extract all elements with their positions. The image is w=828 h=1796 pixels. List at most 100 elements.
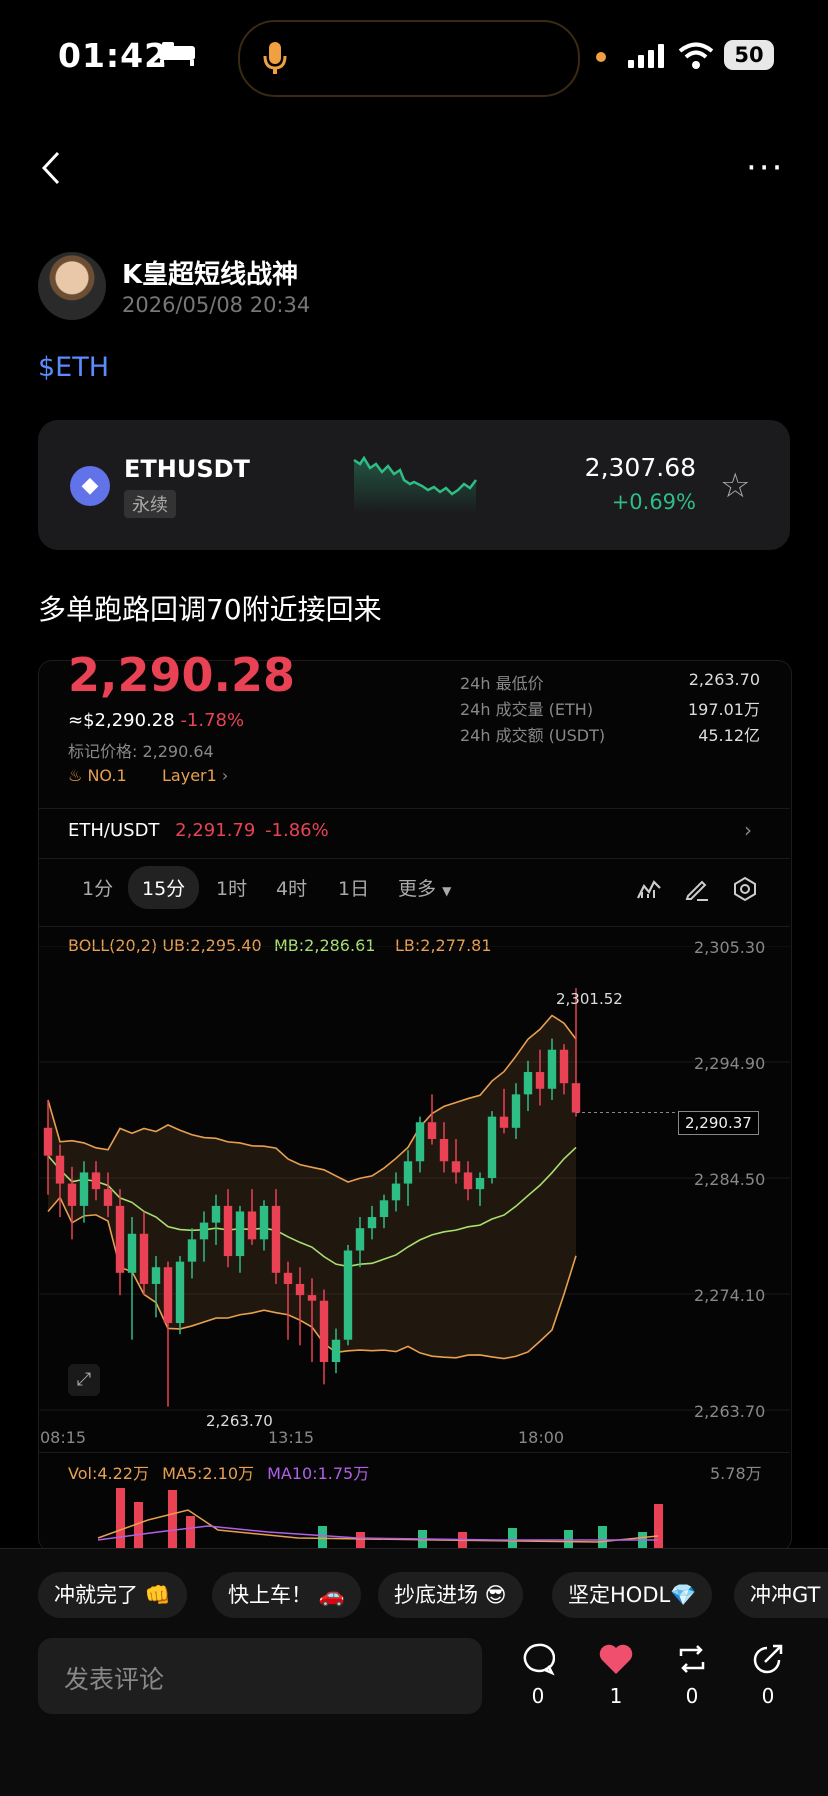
quick-reaction-chip[interactable]: 冲冲GT [734, 1572, 828, 1618]
candle-body [307, 1295, 317, 1301]
low-price-label: 2,263.70 [206, 1412, 273, 1430]
candle-body [379, 1200, 389, 1218]
tab-1m[interactable]: 1分 [82, 874, 113, 901]
quick-reaction-chip[interactable]: 坚定HODL💎 [552, 1572, 713, 1618]
candle-body [415, 1122, 425, 1162]
tab-15m[interactable]: 15分 [128, 866, 200, 909]
cellular-signal-icon [628, 44, 666, 72]
candle-body [391, 1183, 401, 1201]
tab-1d[interactable]: 1日 [338, 874, 369, 901]
sleep-icon [158, 40, 196, 72]
candle-body [55, 1155, 65, 1184]
dynamic-island [238, 20, 580, 97]
candle-body [235, 1211, 245, 1257]
ticker-price: 2,307.68 [584, 453, 696, 482]
pair-change: -1.86% [265, 820, 329, 841]
sparkline [353, 455, 477, 514]
flame-icon: ♨ [68, 766, 83, 785]
candle-body [175, 1261, 185, 1323]
battery-indicator: 50 [724, 40, 774, 70]
y-tick-label: 2,274.10 [694, 1286, 766, 1305]
candle-body [439, 1138, 449, 1162]
stat-volume-label: 24h 成交量 (ETH) [460, 700, 594, 719]
stat-turnover-label: 24h 成交额 (USDT) [460, 726, 606, 745]
share-count: 0 [761, 1684, 775, 1708]
x-tick-label: 13:15 [268, 1428, 315, 1447]
comment-input[interactable]: 发表评论 [38, 1638, 482, 1714]
tab-4h[interactable]: 4时 [276, 874, 307, 901]
stat-turnover-value: 45.12亿 [698, 726, 760, 745]
share-action[interactable]: 0 [738, 1642, 798, 1708]
comment-count: 0 [531, 1684, 545, 1708]
repost-count: 0 [685, 1684, 699, 1708]
candle [343, 1244, 353, 1346]
quick-reaction-chip[interactable]: 快上车！ 🚗 [212, 1572, 361, 1618]
y-tick-label: 2,294.90 [694, 1054, 766, 1073]
chevron-right-icon[interactable]: › [744, 818, 752, 842]
candlestick-chart[interactable] [38, 946, 790, 1426]
settings-hex-icon[interactable] [732, 876, 758, 906]
rank-badge[interactable]: ♨ NO.1 [68, 766, 127, 785]
quick-reaction-chip[interactable]: 抄底进场 😎 [378, 1572, 523, 1618]
candle-body [511, 1094, 521, 1128]
post-text: 多单跑路回调70附近接回来 [38, 593, 382, 626]
candle-body [355, 1228, 365, 1251]
y-tick-label: 2,305.30 [694, 938, 766, 957]
y-tick-label: 2,263.70 [694, 1402, 766, 1421]
candle-body [559, 1049, 569, 1084]
post-date: 2026/05/08 20:34 [122, 293, 311, 317]
draw-pencil-icon[interactable] [684, 876, 710, 906]
candle-body [67, 1183, 77, 1206]
coin-tag-link[interactable]: $ETH [38, 352, 109, 383]
tab-1h[interactable]: 1时 [216, 874, 247, 901]
ticker-symbol: ETHUSDT [124, 455, 250, 483]
author-name[interactable]: K皇超短线战神 [122, 254, 298, 291]
sector-badge[interactable]: Layer1 › [162, 766, 228, 785]
back-icon[interactable] [40, 150, 62, 190]
comment-action[interactable]: 0 [508, 1642, 568, 1708]
candle-body [547, 1049, 557, 1089]
tab-more-label: 更多 [398, 878, 437, 900]
candle-body [247, 1211, 257, 1240]
candle-body [343, 1250, 353, 1340]
candle-body [571, 1083, 581, 1113]
like-count: 1 [609, 1684, 623, 1708]
status-time: 01:42 [58, 36, 169, 75]
heart-icon [586, 1642, 646, 1678]
high-price-label: 2,301.52 [556, 990, 623, 1008]
repost-icon [662, 1642, 722, 1678]
tab-more[interactable]: 更多 ▼ [398, 874, 451, 901]
like-action[interactable]: 1 [586, 1642, 646, 1708]
favorite-star-icon[interactable]: ☆ [720, 466, 750, 506]
approx-pct: -1.78% [180, 710, 245, 731]
avatar[interactable] [38, 252, 106, 320]
candle [163, 1261, 173, 1407]
comment-icon [508, 1642, 568, 1678]
candle-body [199, 1222, 209, 1240]
candle-body [403, 1161, 413, 1184]
candle-body [139, 1233, 149, 1284]
candle-body [451, 1161, 461, 1173]
candle-body [319, 1300, 329, 1363]
indicator-icon[interactable] [636, 878, 662, 904]
candle-body [79, 1172, 89, 1206]
caret-down-icon: ▼ [442, 884, 452, 898]
repost-action[interactable]: 0 [662, 1642, 722, 1708]
candle-body [43, 1127, 53, 1156]
candle-body [211, 1205, 221, 1223]
sector-text: Layer1 [162, 766, 217, 785]
candle [319, 1289, 329, 1385]
quick-reaction-chip[interactable]: 冲就完了 👊 [38, 1572, 187, 1618]
chevron-right-icon: › [221, 766, 229, 785]
candle-body [283, 1272, 293, 1284]
rank-text: NO.1 [87, 766, 127, 785]
candle [175, 1256, 185, 1335]
fullscreen-expand-icon[interactable]: ⤢ [68, 1364, 100, 1396]
pair-row[interactable]: ETH/USDT 2,291.79 -1.86% [68, 820, 329, 841]
current-price-label: 2,290.37 [678, 1111, 759, 1135]
x-tick-label: 08:15 [40, 1428, 87, 1447]
perpetual-badge: 永续 [124, 490, 176, 518]
candle-body [271, 1205, 281, 1273]
more-options-icon[interactable]: ··· [746, 148, 784, 188]
candle-body [487, 1116, 497, 1178]
